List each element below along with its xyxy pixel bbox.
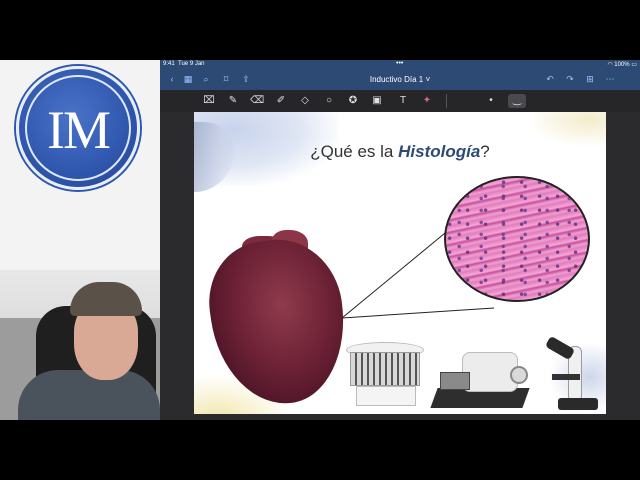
shapes-icon[interactable]: ◇: [298, 94, 312, 108]
pen-icon[interactable]: ✎: [226, 94, 240, 108]
presenter-cap: [70, 282, 142, 316]
highlighter-icon[interactable]: ✐: [274, 94, 288, 108]
chevron-left-icon[interactable]: ‹: [166, 74, 178, 86]
microtome-wheel: [510, 366, 528, 384]
processor-base: [356, 386, 416, 406]
multitask-dots[interactable]: •••: [396, 60, 403, 67]
presenter-column: IM: [0, 60, 160, 420]
laser-icon[interactable]: ✦: [420, 94, 434, 108]
sticker-icon[interactable]: ✪: [346, 94, 360, 108]
stroke-icon[interactable]: ‿: [508, 94, 526, 108]
toolbar-divider: [446, 94, 447, 108]
webcam-feed: [0, 270, 160, 420]
search-icon[interactable]: ⌕: [200, 74, 212, 86]
microscope-image: [538, 335, 606, 414]
microscope-stage: [552, 374, 580, 380]
share-icon[interactable]: ⇪: [240, 74, 252, 86]
image-icon[interactable]: ▣: [370, 94, 384, 108]
microscope-base: [558, 398, 598, 410]
im-logo: IM: [16, 66, 140, 190]
add-page-icon[interactable]: ⊞: [584, 74, 596, 86]
grid-icon[interactable]: ▦: [182, 74, 194, 86]
chevron-down-icon: ˅: [425, 75, 431, 84]
tissue-processor-image: [346, 342, 426, 408]
battery-icon: ▭: [631, 62, 637, 68]
battery-status: ◠ 100% ▭: [607, 62, 637, 68]
microtome-blade: [440, 372, 470, 390]
histology-micrograph: [444, 176, 590, 302]
drawing-toolbar: ⌧ ✎ ⌫ ✐ ◇ ○ ✪ ▣ T ✦ • ‿: [160, 90, 640, 112]
bookmark-icon[interactable]: ⌑: [220, 74, 232, 86]
status-bar: 9:41 Tue 9 Jan ••• ◠ 100% ▭: [160, 60, 640, 70]
ipad-notes-app: 9:41 Tue 9 Jan ••• ◠ 100% ▭ ‹ ▦ ⌕ ⌑ ⇪ In…: [160, 60, 640, 420]
processor-body: [350, 352, 420, 386]
document-title[interactable]: Inductivo Día 1 ˅: [360, 75, 440, 84]
presenter-shirt: [18, 370, 160, 420]
logo-text: IM: [47, 100, 111, 160]
lasso-icon[interactable]: ⌧: [202, 94, 216, 108]
eraser-icon[interactable]: ⌫: [250, 94, 264, 108]
microtome-image: [430, 348, 530, 410]
lasso-select-icon[interactable]: ○: [322, 94, 336, 108]
cell-nuclei: [446, 178, 588, 300]
document-navbar: ‹ ▦ ⌕ ⌑ ⇪ Inductivo Día 1 ˅ ↶ ↷ ⊞ ⋯: [160, 70, 640, 90]
dot-size-icon[interactable]: •: [484, 94, 498, 108]
text-icon[interactable]: T: [396, 94, 410, 108]
video-frame: IM 9:41 Tue 9 Jan ••• ◠ 100% ▭ ‹ ▦ ⌕ ⌑ ⇪…: [0, 60, 640, 420]
more-icon[interactable]: ⋯: [604, 74, 616, 86]
redo-icon[interactable]: ↷: [564, 74, 576, 86]
status-time: 9:41 Tue 9 Jan: [163, 61, 205, 67]
wifi-icon: ◠: [607, 62, 613, 68]
undo-icon[interactable]: ↶: [544, 74, 556, 86]
slide-page[interactable]: ¿Qué es la Histología?: [194, 112, 606, 414]
